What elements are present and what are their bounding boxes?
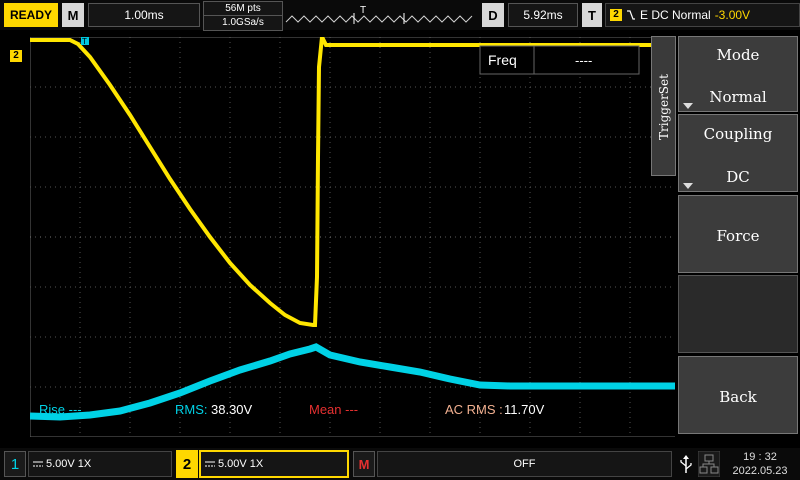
timebase-readout[interactable]: 1.00ms: [88, 3, 200, 27]
dc-coupling-icon: [33, 461, 43, 467]
force-label: Force: [716, 227, 760, 245]
mean-measurement: Mean ---: [309, 402, 358, 417]
ch2-info[interactable]: 5.00V 1X: [199, 450, 349, 478]
delay-key[interactable]: D: [482, 3, 504, 27]
acquisition-info: 56M pts 1.0GSa/s: [203, 1, 283, 31]
top-status-bar: READY M 1.00ms 56M pts 1.0GSa/s T D 5.92…: [0, 0, 800, 31]
back-button[interactable]: Back: [678, 356, 798, 434]
waveform-display[interactable]: T Freq ---- Rise --- RMS: 38.30V Mean --…: [30, 37, 675, 437]
coupling-value: DC: [726, 168, 750, 186]
sample-rate: 1.0GSa/s: [204, 15, 282, 29]
trigger-settings-tab-label: TriggerSet: [657, 74, 671, 140]
trigger-level: -3.00V: [714, 8, 751, 22]
overview-trigger-marker: T: [360, 5, 366, 16]
falling-edge-icon: [627, 10, 635, 20]
trigger-info[interactable]: 2 E DC Normal -3.00V: [605, 3, 800, 27]
math-state[interactable]: OFF: [377, 451, 672, 477]
acrms-value: 11.70V: [504, 402, 545, 417]
force-trigger-button[interactable]: Force: [678, 195, 798, 273]
freq-value: ----: [575, 53, 592, 68]
trigger-source-badge: 2: [610, 9, 622, 21]
delay-readout[interactable]: 5.92ms: [508, 3, 578, 27]
ch2-number[interactable]: 2: [176, 450, 198, 478]
freq-counter: Freq ----: [479, 45, 640, 75]
network-icon: [698, 451, 720, 477]
ch1-info[interactable]: 5.00V 1X: [28, 451, 172, 477]
trigger-position-label: T: [82, 37, 87, 46]
mode-label: Mode: [716, 46, 760, 64]
freq-label: Freq: [488, 52, 517, 68]
trigger-summary: E DC Normal: [640, 8, 711, 22]
horizontal-menu-key[interactable]: M: [62, 3, 84, 27]
bottom-status-bar: 1 5.00V 1X 2 5.00V 1X M OFF 19 : 32 2022…: [0, 448, 800, 480]
memory-depth: 56M pts: [225, 3, 261, 14]
rise-measurement: Rise ---: [39, 402, 82, 417]
ch2-position-marker[interactable]: 2: [10, 50, 22, 62]
mode-dropdown-icon: [683, 103, 693, 109]
coupling-menu-button[interactable]: Coupling DC: [678, 114, 798, 192]
trigger-settings-tab[interactable]: TriggerSet: [651, 36, 676, 176]
rms-value: 38.30V: [211, 402, 253, 417]
memory-overview-bar[interactable]: T: [284, 3, 476, 27]
back-label: Back: [719, 388, 757, 406]
rms-label: RMS:: [175, 402, 208, 417]
ch2-scale: 5.00V 1X: [218, 458, 264, 470]
math-key[interactable]: M: [353, 451, 375, 477]
acrms-label: AC RMS :: [445, 402, 503, 417]
clock-time: 19 : 32: [743, 451, 777, 463]
usb-icon: [680, 455, 692, 473]
mode-value: Normal: [709, 88, 767, 106]
clock-date: 2022.05.23: [732, 465, 788, 477]
trigger-key[interactable]: T: [582, 3, 602, 27]
ch1-number[interactable]: 1: [4, 451, 26, 477]
coupling-dropdown-icon: [683, 183, 693, 189]
display-background: [30, 37, 675, 437]
coupling-label: Coupling: [703, 125, 773, 143]
menu-empty-slot: [678, 275, 798, 353]
ch1-scale: 5.00V 1X: [46, 458, 92, 470]
mode-menu-button[interactable]: Mode Normal: [678, 36, 798, 112]
run-status-badge[interactable]: READY: [4, 3, 58, 27]
dc-coupling-icon: [205, 461, 215, 467]
